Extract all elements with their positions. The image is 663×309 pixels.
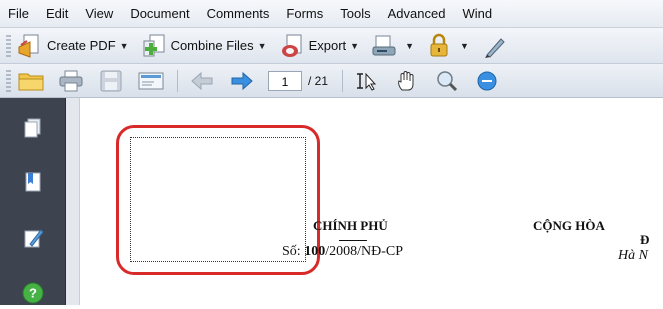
toolbar-grip[interactable]: [6, 69, 11, 92]
menu-forms[interactable]: Forms: [286, 6, 323, 21]
printer-icon: [59, 70, 83, 91]
select-tool-button[interactable]: [353, 69, 381, 93]
print-button[interactable]: [57, 69, 85, 93]
sign-button[interactable]: [481, 33, 511, 59]
chevron-down-icon: ▼: [460, 40, 469, 51]
folder-icon: [18, 73, 44, 90]
page-total: / 21: [308, 73, 329, 88]
previous-page-button[interactable]: [188, 69, 216, 93]
menu-comments[interactable]: Comments: [207, 6, 270, 21]
pen-icon: [481, 33, 507, 59]
toolbar-separator: [342, 69, 344, 92]
page-number-input[interactable]: 1: [268, 70, 302, 91]
export-icon: [279, 33, 305, 59]
export-button[interactable]: Export ▼: [279, 33, 360, 59]
secure-button[interactable]: ▼: [426, 33, 469, 59]
menu-document[interactable]: Document: [130, 6, 189, 21]
decree-number: Số: 100/2008/NĐ-CP: [282, 244, 403, 260]
scan-button[interactable]: ▼: [371, 33, 414, 59]
agency-underline: [339, 240, 367, 241]
menu-window[interactable]: Wind: [462, 6, 492, 21]
arrow-right-icon: [231, 71, 253, 90]
envelope-icon: [138, 72, 164, 89]
help-icon: ?: [22, 282, 44, 304]
republic-header: CỘNG HÒA: [533, 218, 605, 233]
menu-tools[interactable]: Tools: [340, 6, 370, 21]
arrow-left-icon: [191, 71, 213, 90]
floppy-disk-icon: [100, 70, 122, 91]
zoom-out-icon: [477, 71, 497, 90]
marquee-zoom-button[interactable]: [433, 69, 461, 93]
help-button[interactable]: ?: [22, 282, 44, 304]
text-cursor-arrow-icon: [357, 72, 377, 91]
navigation-pane-splitter[interactable]: [66, 98, 80, 305]
navigation-toolbar: 1 / 21: [0, 64, 663, 98]
magnifier-icon: [437, 70, 458, 91]
hand-icon: [398, 70, 414, 90]
chevron-down-icon: ▼: [119, 40, 129, 51]
lock-icon: [426, 33, 452, 59]
menu-bar: File Edit View Document Comments Forms T…: [0, 0, 663, 28]
open-button[interactable]: [17, 69, 45, 93]
main-toolbar: Create PDF ▼ Combine Files ▼ Export ▼ ▼ …: [0, 28, 663, 64]
hand-tool-button[interactable]: [393, 69, 421, 93]
navigation-pane: ?: [0, 98, 66, 305]
pages-icon: [24, 118, 41, 138]
menu-advanced[interactable]: Advanced: [388, 6, 446, 21]
agency-name: CHÍNH PHỦ: [313, 218, 388, 233]
decree-suffix: /2008/NĐ-CP: [325, 244, 403, 259]
chevron-down-icon: ▼: [257, 40, 267, 51]
next-page-button[interactable]: [228, 69, 256, 93]
zoom-out-button[interactable]: [473, 69, 501, 93]
menu-edit[interactable]: Edit: [46, 6, 68, 21]
republic-header-line2: Đ: [640, 232, 650, 247]
create-pdf-button[interactable]: Create PDF ▼: [17, 33, 129, 59]
toolbar-separator: [177, 69, 178, 92]
pages-panel-button[interactable]: [22, 117, 44, 139]
menu-view[interactable]: View: [85, 6, 113, 21]
scanner-icon: [371, 33, 397, 59]
decree-number-value: 100: [304, 244, 326, 259]
menu-file[interactable]: File: [8, 6, 29, 21]
export-label: Export: [308, 38, 347, 53]
signature-pen-icon: [24, 229, 44, 248]
chevron-down-icon: ▼: [405, 40, 414, 51]
chevron-down-icon: ▼: [350, 40, 360, 51]
combine-files-button[interactable]: Combine Files ▼: [141, 33, 267, 59]
svg-text:?: ?: [29, 286, 37, 301]
create-pdf-icon: [17, 33, 43, 59]
toolbar-grip[interactable]: [6, 34, 11, 57]
place-date: Hà N: [618, 248, 648, 263]
bookmark-icon: [25, 172, 41, 192]
create-pdf-label: Create PDF: [47, 38, 116, 53]
save-button[interactable]: [97, 69, 125, 93]
email-button[interactable]: [137, 69, 165, 93]
combine-files-icon: [141, 33, 167, 59]
decree-prefix: Số:: [282, 244, 305, 259]
combine-files-label: Combine Files: [170, 38, 254, 53]
signatures-panel-button[interactable]: [22, 227, 44, 249]
bookmarks-panel-button[interactable]: [22, 171, 44, 193]
